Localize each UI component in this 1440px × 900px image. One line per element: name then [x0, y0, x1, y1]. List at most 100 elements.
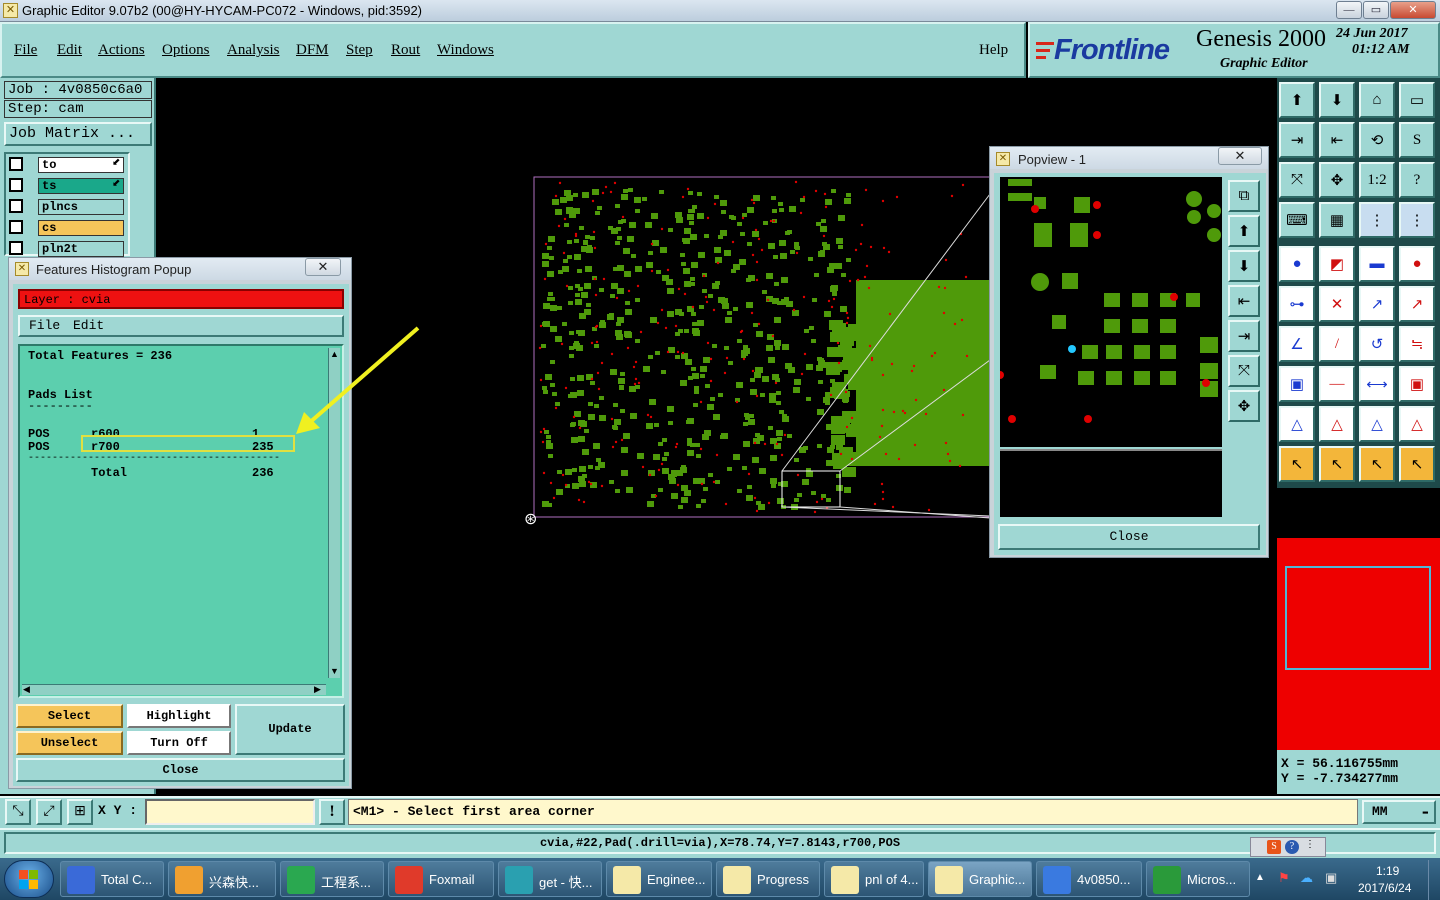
scroll-right-arrow-icon[interactable]: ▶ — [314, 684, 321, 695]
popview-pan-up-icon[interactable]: ⬆ — [1228, 215, 1260, 247]
popview-pan-down-icon[interactable]: ⬇ — [1228, 250, 1260, 282]
taskbar-engineering[interactable]: 工程系... — [280, 861, 384, 897]
triangle-icon[interactable]: △ — [1279, 406, 1315, 442]
pan-up-icon[interactable]: ⬆ — [1279, 82, 1315, 118]
pan-right-icon[interactable]: ⇤ — [1319, 122, 1355, 158]
popview-zoom-icon[interactable]: ⧉ — [1228, 180, 1260, 212]
popview-close-icon[interactable]: ✕ — [1218, 147, 1262, 165]
update-button[interactable]: Update — [235, 704, 345, 755]
triangle-icon[interactable]: △ — [1399, 406, 1435, 442]
triangle-icon[interactable]: △ — [1359, 406, 1395, 442]
zoom-area-icon[interactable]: ⤡ — [5, 799, 31, 825]
layer-checkbox[interactable] — [9, 178, 23, 192]
zoom-fit-icon[interactable]: ⤧ — [1279, 162, 1315, 198]
menu-step[interactable]: Step — [346, 42, 373, 59]
clock-time[interactable]: 1:19 — [1376, 864, 1399, 878]
group-icon[interactable]: ▣ — [1399, 366, 1435, 402]
move-icon[interactable]: ↗ — [1359, 286, 1395, 322]
menu-dfm[interactable]: DFM — [296, 42, 329, 59]
pan-down-icon[interactable]: ⬇ — [1319, 82, 1355, 118]
layer-name[interactable]: cs — [38, 220, 124, 236]
window-icon[interactable]: ▭ — [1399, 82, 1435, 118]
copy-icon[interactable]: ▣ — [1279, 366, 1315, 402]
taskbar-graphic-editor[interactable]: Graphic... — [928, 861, 1032, 897]
popview-center-icon[interactable]: ✥ — [1228, 390, 1260, 422]
turn-off-button[interactable]: Turn Off — [127, 731, 231, 755]
rotate-icon[interactable]: ↺ — [1359, 326, 1395, 362]
taskbar-progress[interactable]: Progress — [716, 861, 820, 897]
popview-fit-icon[interactable]: ⤧ — [1228, 355, 1260, 387]
tray-expand-icon[interactable]: ▲ — [1255, 872, 1265, 883]
help-icon[interactable]: ? — [1399, 162, 1435, 198]
via-icon[interactable]: ● — [1399, 246, 1435, 282]
histogram-menu-file[interactable]: File — [29, 318, 60, 333]
close-window-button[interactable]: ✕ — [1390, 1, 1436, 19]
layer-name[interactable]: plncs — [38, 199, 124, 215]
xy-input[interactable] — [145, 799, 315, 825]
taskbar-pnl[interactable]: pnl of 4... — [824, 861, 924, 897]
menu-file[interactable]: File — [14, 42, 37, 59]
menu-analysis[interactable]: Analysis — [227, 42, 280, 59]
layer-checkbox[interactable] — [9, 220, 23, 234]
select-cursor-icon[interactable]: ↖ — [1279, 446, 1315, 482]
alert-icon[interactable]: ! — [319, 799, 345, 825]
menu-rout[interactable]: Rout — [391, 42, 420, 59]
menu-windows[interactable]: Windows — [437, 42, 494, 59]
histogram-close-icon[interactable]: ✕ — [305, 258, 341, 276]
angle-icon[interactable]: ∠ — [1279, 326, 1315, 362]
layer-name[interactable]: pln2t — [38, 241, 124, 257]
pad-add-icon[interactable]: ● — [1279, 246, 1315, 282]
taskbar-word-doc[interactable]: 4v0850... — [1036, 861, 1142, 897]
taskbar-get[interactable]: get - 快... — [498, 861, 602, 897]
select-cursor-icon[interactable]: ↖ — [1359, 446, 1395, 482]
measure-icon[interactable]: ▬ — [1359, 246, 1395, 282]
sogou-icon[interactable]: S — [1267, 840, 1281, 854]
undo-view-icon[interactable]: ⟲ — [1359, 122, 1395, 158]
tray-app-icon[interactable]: ⚑ — [1278, 870, 1294, 886]
scroll-left-arrow-icon[interactable]: ◀ — [23, 684, 30, 695]
highlight-button[interactable]: Highlight — [127, 704, 231, 728]
start-button[interactable] — [4, 860, 54, 898]
unselect-button[interactable]: Unselect — [16, 731, 123, 755]
select-cursor-icon[interactable]: ↖ — [1399, 446, 1435, 482]
popview-pan-right-icon[interactable]: ⇥ — [1228, 320, 1260, 352]
taskbar-foxmail[interactable]: Foxmail — [388, 861, 494, 897]
layer-checkbox[interactable] — [9, 199, 23, 213]
tray-cloud-icon[interactable]: ☁ — [1300, 870, 1318, 886]
delete-icon[interactable]: ✕ — [1319, 286, 1355, 322]
select-button[interactable]: Select — [16, 704, 123, 728]
zoom-center-icon[interactable]: ✥ — [1319, 162, 1355, 198]
menu-edit[interactable]: Edit — [57, 42, 82, 59]
selected-row-highlight[interactable] — [81, 435, 295, 452]
scale-icon[interactable]: 1:2 — [1359, 162, 1395, 198]
taskbar-total-commander[interactable]: Total C... — [60, 861, 164, 897]
menu-actions[interactable]: Actions — [98, 42, 145, 59]
snap-icon[interactable]: S — [1399, 122, 1435, 158]
popview-canvas[interactable] — [1000, 177, 1222, 447]
clock-date[interactable]: 2017/6/24 — [1358, 881, 1411, 895]
menu-help[interactable]: Help — [979, 42, 1008, 59]
maximize-button[interactable]: ▭ — [1363, 1, 1389, 19]
histogram-close-button[interactable]: Close — [16, 758, 345, 782]
resize-icon[interactable]: ↗ — [1399, 286, 1435, 322]
connect-icon[interactable]: ⊶ — [1279, 286, 1315, 322]
break-icon[interactable]: — — [1319, 366, 1355, 402]
layer-display-icon[interactable]: ⋮ — [1399, 202, 1435, 238]
zoom-fit-icon[interactable]: ⤢ — [36, 799, 62, 825]
overview-window[interactable] — [1277, 538, 1440, 750]
ime-menu-icon[interactable]: ⋮ — [1305, 839, 1315, 850]
layer-checkbox[interactable] — [9, 157, 23, 171]
taskbar-xingsen[interactable]: 兴森快... — [168, 861, 276, 897]
popview-pan-left-icon[interactable]: ⇤ — [1228, 285, 1260, 317]
histogram-menu-edit[interactable]: Edit — [73, 318, 104, 333]
layer-display-icon[interactable]: ⋮ — [1359, 202, 1395, 238]
units-dropdown[interactable]: MM ▬ — [1362, 800, 1436, 824]
scroll-down-arrow-icon[interactable]: ▼ — [330, 666, 339, 676]
flip-icon[interactable]: ≒ — [1399, 326, 1435, 362]
taskbar-engineer[interactable]: Enginee... — [606, 861, 712, 897]
pan-left-icon[interactable]: ⇥ — [1279, 122, 1315, 158]
help-circle-icon[interactable]: ? — [1285, 840, 1299, 854]
histogram-hscrollbar[interactable]: ◀ ▶ — [22, 684, 326, 695]
line-add-icon[interactable]: ◩ — [1319, 246, 1355, 282]
network-icon[interactable]: ▣ — [1325, 870, 1341, 886]
